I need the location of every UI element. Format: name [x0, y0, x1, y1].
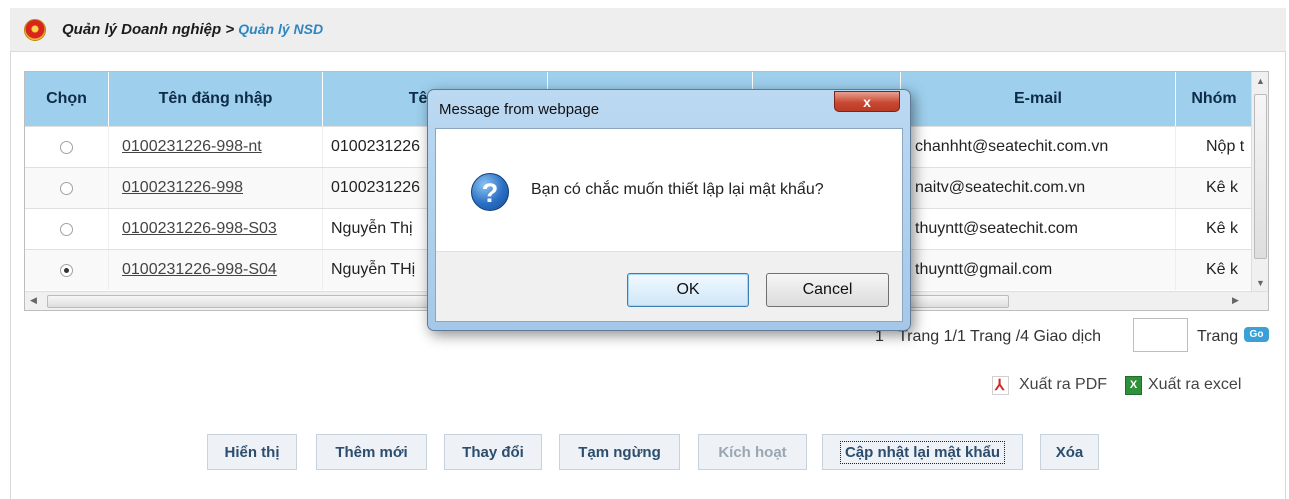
select-cell: [25, 250, 109, 290]
email-cell: chanhht@seatechit.com.vn: [901, 127, 1176, 167]
group-cell: Kê k: [1206, 261, 1239, 278]
email-cell: naitv@seatechit.com.vn: [901, 168, 1176, 208]
breadcrumb-parent[interactable]: Quản lý Doanh nghiệp: [62, 21, 221, 38]
column-header-group[interactable]: Nhóm: [1176, 72, 1252, 126]
export-pdf-link[interactable]: Xuất ra PDF: [1019, 376, 1107, 394]
row-radio-selected[interactable]: [60, 263, 73, 277]
breadcrumb-separator: >: [225, 21, 235, 38]
email-cell: thuyntt@seatechit.com: [901, 209, 1176, 249]
scroll-left-icon[interactable]: ◀: [30, 295, 37, 306]
group-cell: Kê k: [1206, 220, 1239, 237]
username-link[interactable]: 0100231226-998-S04: [122, 261, 277, 279]
delete-button[interactable]: Xóa: [1040, 434, 1099, 470]
suspend-button[interactable]: Tạm ngừng: [559, 434, 680, 470]
breadcrumb-bar: Quản lý Doanh nghiệp > Quản lý NSD: [10, 8, 1286, 52]
username-link[interactable]: 0100231226-998-S03: [122, 220, 277, 238]
scroll-right-icon[interactable]: ▶: [1232, 295, 1239, 306]
dialog-body: ? Bạn có chắc muốn thiết lập lại mật khẩ…: [435, 128, 903, 322]
username-cell: 0100231226-998-S03: [109, 209, 323, 249]
add-button[interactable]: Thêm mới: [316, 434, 427, 470]
cancel-button[interactable]: Cancel: [766, 273, 889, 307]
select-cell: [25, 209, 109, 249]
username-link[interactable]: 0100231226-998: [122, 179, 243, 197]
dialog-title: Message from webpage: [439, 101, 600, 118]
select-cell: [25, 127, 109, 167]
export-excel-link[interactable]: Xuất ra excel: [1148, 376, 1241, 394]
select-cell: [25, 168, 109, 208]
row-radio[interactable]: [60, 181, 73, 195]
ok-button[interactable]: OK: [627, 273, 749, 307]
dialog-message: Bạn có chắc muốn thiết lập lại mật khẩu?: [531, 181, 824, 198]
column-header-email[interactable]: E-mail: [901, 72, 1176, 126]
vertical-scrollbar[interactable]: ▲ ▼: [1251, 72, 1268, 293]
scroll-down-icon[interactable]: ▼: [1256, 278, 1265, 288]
edit-button[interactable]: Thay đổi: [444, 434, 542, 470]
username-cell: 0100231226-998-S04: [109, 250, 323, 290]
email-cell: thuyntt@gmail.com: [901, 250, 1176, 290]
pdf-icon[interactable]: [992, 376, 1009, 395]
excel-icon[interactable]: X: [1125, 376, 1142, 395]
close-icon[interactable]: x: [834, 91, 900, 112]
column-header-username[interactable]: Tên đăng nhập: [109, 72, 323, 126]
go-button[interactable]: Go: [1244, 327, 1269, 342]
page-number-input[interactable]: [1133, 318, 1188, 352]
row-radio[interactable]: [60, 140, 73, 154]
view-button[interactable]: Hiển thị: [207, 434, 297, 470]
scroll-up-icon[interactable]: ▲: [1256, 76, 1265, 86]
confirm-dialog: Message from webpage x ? Bạn có chắc muố…: [427, 89, 911, 331]
breadcrumb: Quản lý Doanh nghiệp > Quản lý NSD: [62, 21, 323, 38]
reset-password-label: Cập nhật lại mật khẩu: [839, 440, 1006, 464]
group-cell: Nộp t: [1206, 138, 1245, 155]
username-cell: 0100231226-998: [109, 168, 323, 208]
reset-password-button[interactable]: Cập nhật lại mật khẩu: [822, 434, 1023, 470]
row-radio[interactable]: [60, 222, 73, 236]
national-emblem-icon: [24, 19, 46, 41]
username-link[interactable]: 0100231226-998-nt: [122, 138, 262, 156]
page-label: Trang: [1197, 328, 1239, 345]
column-header-select: Chọn: [25, 72, 109, 126]
activate-button[interactable]: Kích hoạt: [698, 434, 807, 470]
group-cell: Kê k: [1206, 179, 1239, 196]
breadcrumb-current[interactable]: Quản lý NSD: [238, 21, 323, 37]
username-cell: 0100231226-998-nt: [109, 127, 323, 167]
vertical-scroll-thumb[interactable]: [1254, 94, 1267, 259]
pager-info: Trang 1/1 Trang /4 Giao dịch: [898, 328, 1102, 345]
question-icon: ?: [471, 173, 509, 211]
